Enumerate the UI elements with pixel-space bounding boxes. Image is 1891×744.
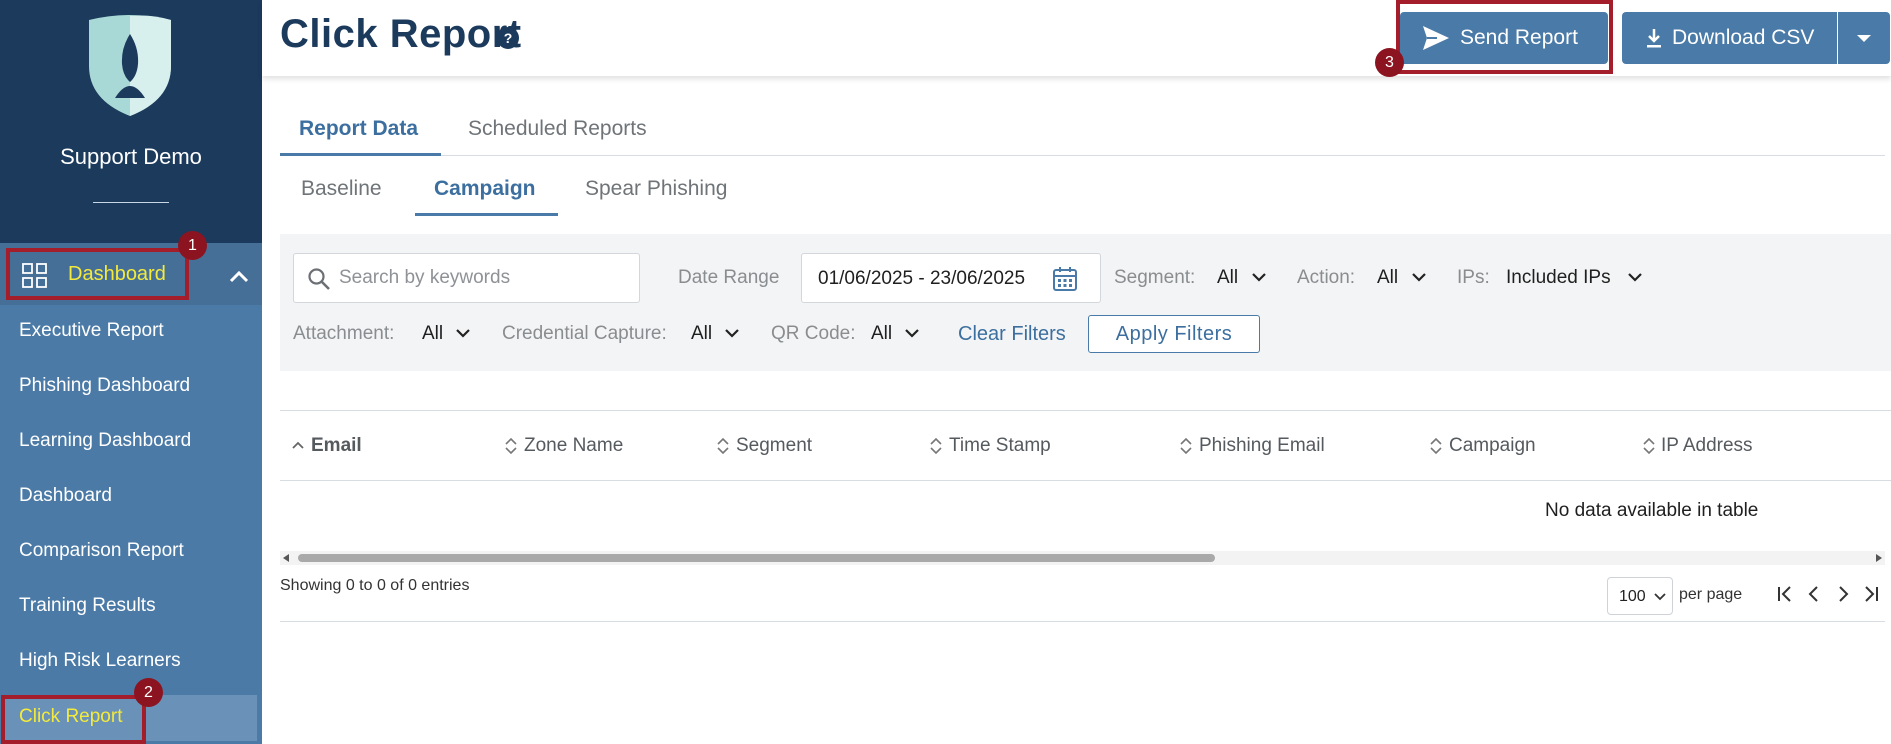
table-info: Showing 0 to 0 of 0 entries — [280, 577, 470, 594]
horizontal-scrollbar[interactable] — [280, 551, 1885, 565]
help-icon[interactable]: ? — [497, 27, 519, 49]
sidebar-item-high-risk-learners[interactable]: High Risk Learners — [19, 650, 181, 672]
sort-ascending-icon[interactable] — [292, 437, 304, 455]
sidebar-item-dashboard[interactable]: Dashboard — [19, 485, 112, 507]
sidebar-item-phishing-dashboard[interactable]: Phishing Dashboard — [19, 375, 190, 397]
chevron-down-icon[interactable] — [1412, 272, 1426, 282]
annotation-badge-2: 2 — [134, 678, 163, 707]
tab-scheduled-reports[interactable]: Scheduled Reports — [468, 117, 647, 141]
next-page-icon[interactable] — [1834, 584, 1852, 604]
tab-campaign[interactable]: Campaign — [434, 177, 536, 201]
chevron-up-icon[interactable] — [229, 269, 249, 283]
sort-icon[interactable] — [505, 437, 517, 455]
segment-dropdown[interactable]: All — [1217, 267, 1238, 289]
per-page-value: 100 — [1619, 588, 1646, 605]
footer-divider — [280, 621, 1885, 622]
column-header-campaign[interactable]: Campaign — [1449, 435, 1536, 457]
date-range-value: 01/06/2025 - 23/06/2025 — [818, 268, 1026, 289]
action-label: Action: — [1297, 267, 1356, 288]
search-box[interactable] — [293, 253, 640, 303]
qr-code-dropdown[interactable]: All — [871, 323, 892, 345]
chevron-down-icon[interactable] — [456, 328, 470, 338]
sort-icon[interactable] — [1430, 437, 1442, 455]
date-range-label: Date Range — [678, 267, 780, 288]
annotation-badge-3: 3 — [1375, 48, 1404, 77]
scroll-right-icon[interactable] — [1876, 554, 1882, 562]
action-dropdown[interactable]: All — [1377, 267, 1398, 289]
tab-active-underline — [280, 153, 441, 156]
annotation-box-2 — [1, 695, 146, 744]
chevron-down-icon[interactable] — [1628, 272, 1642, 282]
org-name: Support Demo — [60, 144, 202, 169]
attachment-label: Attachment: — [293, 323, 395, 344]
scroll-left-icon[interactable] — [283, 554, 289, 562]
apply-filters-button[interactable]: Apply Filters — [1088, 315, 1260, 353]
previous-page-icon[interactable] — [1805, 584, 1823, 604]
ips-label: IPs: — [1457, 267, 1490, 288]
subtab-active-underline — [415, 213, 558, 216]
qr-code-label: QR Code: — [771, 323, 856, 344]
column-header-zone-name[interactable]: Zone Name — [524, 435, 623, 457]
credential-capture-dropdown[interactable]: All — [691, 323, 712, 345]
calendar-icon[interactable] — [1052, 266, 1078, 292]
sidebar-item-training-results[interactable]: Training Results — [19, 595, 156, 617]
segment-label: Segment: — [1114, 267, 1196, 288]
search-input[interactable] — [339, 266, 629, 290]
sort-icon[interactable] — [1643, 437, 1655, 455]
column-header-email[interactable]: Email — [311, 435, 362, 457]
chevron-down-icon[interactable] — [725, 328, 739, 338]
chevron-down-icon — [1654, 593, 1666, 601]
shield-logo-icon — [89, 15, 171, 116]
annotation-box-3 — [1396, 0, 1613, 74]
annotation-badge-1: 1 — [178, 231, 207, 260]
divider — [93, 202, 169, 203]
tab-spear-phishing[interactable]: Spear Phishing — [585, 177, 727, 201]
column-header-phishing-email[interactable]: Phishing Email — [1199, 435, 1325, 457]
date-range-input[interactable]: 01/06/2025 - 23/06/2025 — [801, 253, 1101, 303]
empty-table-message: No data available in table — [1545, 500, 1759, 521]
download-csv-label: Download CSV — [1672, 26, 1815, 49]
sidebar-item-comparison-report[interactable]: Comparison Report — [19, 540, 184, 562]
search-icon — [308, 268, 330, 290]
download-options-dropdown[interactable] — [1838, 12, 1890, 64]
column-header-ip-address[interactable]: IP Address — [1661, 435, 1753, 457]
attachment-dropdown[interactable]: All — [422, 323, 443, 345]
sort-icon[interactable] — [717, 437, 729, 455]
tab-report-data[interactable]: Report Data — [299, 117, 418, 141]
first-page-icon[interactable] — [1776, 584, 1794, 604]
last-page-icon[interactable] — [1862, 584, 1880, 604]
chevron-down-icon[interactable] — [1252, 272, 1266, 282]
chevron-down-icon[interactable] — [905, 328, 919, 338]
download-icon — [1647, 29, 1661, 48]
tabs-divider — [280, 155, 1885, 156]
credential-capture-label: Credential Capture: — [502, 323, 667, 344]
sidebar-item-learning-dashboard[interactable]: Learning Dashboard — [19, 430, 191, 452]
per-page-select[interactable]: 100 — [1607, 577, 1673, 615]
sidebar-item-executive-report[interactable]: Executive Report — [19, 320, 164, 342]
tab-baseline[interactable]: Baseline — [301, 177, 382, 201]
ips-dropdown[interactable]: Included IPs — [1506, 267, 1611, 289]
download-csv-button[interactable]: Download CSV — [1622, 12, 1837, 64]
page-title: Click Report — [280, 12, 522, 56]
column-header-time-stamp[interactable]: Time Stamp — [949, 435, 1051, 457]
sort-icon[interactable] — [1180, 437, 1192, 455]
scrollbar-thumb[interactable] — [298, 554, 1215, 562]
column-header-segment[interactable]: Segment — [736, 435, 812, 457]
per-page-label: per page — [1679, 586, 1743, 603]
annotation-box-1 — [6, 248, 189, 300]
sort-icon[interactable] — [930, 437, 942, 455]
caret-down-icon — [1857, 35, 1871, 42]
clear-filters-link[interactable]: Clear Filters — [958, 323, 1066, 346]
